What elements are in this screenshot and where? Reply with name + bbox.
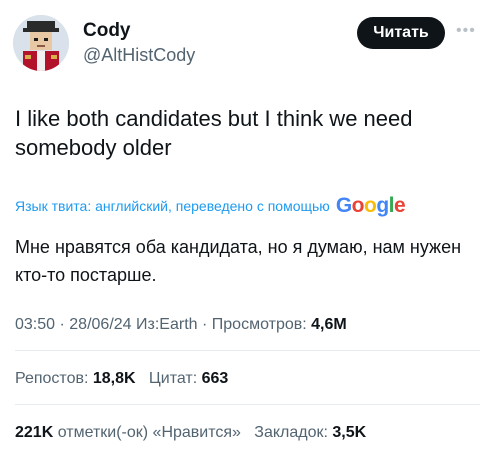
tweet-meta: 03:50 · 28/06/24 Из:Earth · Просмотров: …: [15, 316, 347, 334]
more-icon[interactable]: •••: [456, 22, 476, 40]
separator-dot: ·: [202, 316, 208, 333]
tweet-source: Из:Earth: [136, 316, 198, 333]
quotes-label[interactable]: Цитат:: [149, 370, 197, 387]
tweet-text: I like both candidates but I think we ne…: [15, 106, 413, 160]
reposts-label[interactable]: Репостов:: [15, 370, 88, 387]
separator-dot: ·: [59, 316, 65, 333]
views-label: Просмотров:: [211, 316, 307, 333]
avatar-image: [13, 15, 69, 71]
views-count: 4,6M: [311, 316, 347, 333]
author-handle[interactable]: @AltHistCody: [83, 45, 195, 66]
bookmarks-count[interactable]: 3,5K: [332, 424, 366, 441]
tweet-date[interactable]: 28/06/24: [69, 316, 131, 333]
divider: [15, 350, 480, 351]
translation-label: Язык твита: английский, переведено с пом…: [15, 198, 330, 214]
avatar[interactable]: [13, 15, 69, 71]
translated-text: Мне нравятся оба кандидата, но я думаю, …: [15, 237, 462, 285]
likes-bookmarks-row: 221K отметки(-ок) «Нравится» Закладок: 3…: [15, 424, 366, 442]
divider: [15, 404, 480, 405]
tweet-header: Cody @AltHistCody Читать •••: [0, 0, 495, 80]
author-name[interactable]: Cody: [83, 20, 131, 42]
reposts-count[interactable]: 18,8K: [93, 370, 136, 387]
quotes-count[interactable]: 663: [202, 370, 229, 387]
translation-attribution[interactable]: Язык твита: английский, переведено с пом…: [15, 193, 485, 219]
likes-count[interactable]: 221K: [15, 424, 53, 441]
tweet-time[interactable]: 03:50: [15, 316, 55, 333]
bookmarks-label[interactable]: Закладок:: [254, 424, 328, 441]
likes-label[interactable]: отметки(-ок) «Нравится»: [58, 424, 241, 441]
follow-button[interactable]: Читать: [357, 17, 445, 49]
google-logo: Google: [335, 194, 406, 217]
reposts-quotes-row: Репостов: 18,8K Цитат: 663: [15, 370, 228, 388]
